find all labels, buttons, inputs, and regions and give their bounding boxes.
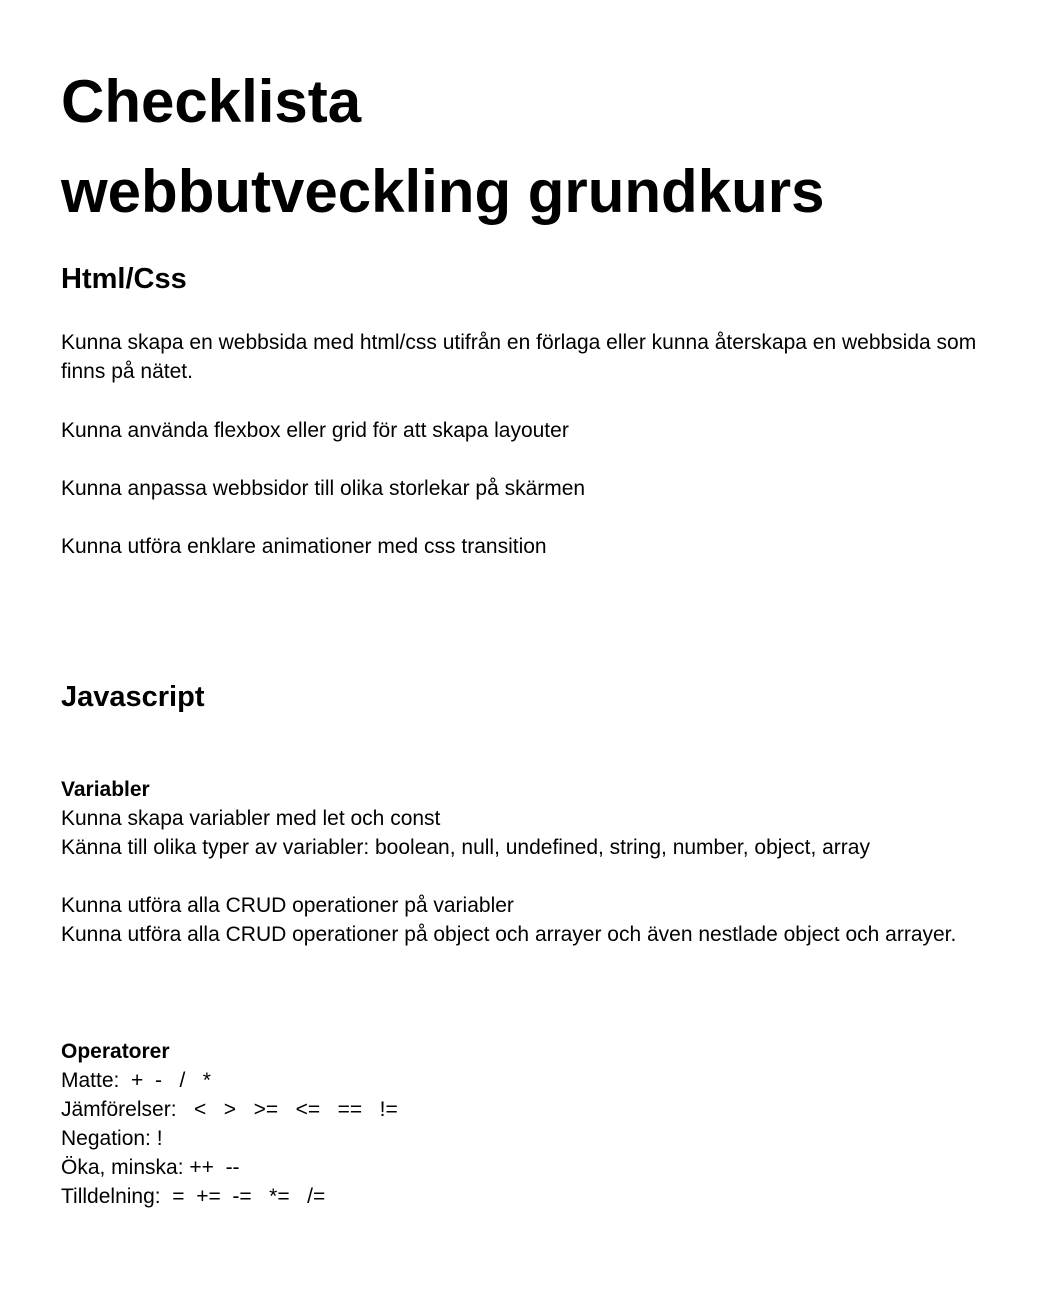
crud-line: Kunna utföra alla CRUD operationer på ob… (61, 923, 957, 946)
document-title: Checklista webbutveckling grundkurs (61, 57, 824, 237)
section-heading-javascript: Javascript (61, 681, 205, 713)
subheading-operators: Operatorer (61, 1040, 170, 1063)
variables-line: Känna till olika typer av variabler: boo… (61, 836, 870, 859)
crud-line: Kunna utföra alla CRUD operationer på va… (61, 894, 514, 917)
html-css-item: Kunna skapa en webbsida med html/css uti… (61, 331, 977, 383)
html-css-item: Kunna använda flexbox eller grid för att… (61, 419, 569, 442)
document-title-line-2: webbutveckling grundkurs (61, 158, 825, 225)
subheading-variables: Variabler (61, 778, 150, 801)
html-css-item: Kunna utföra enklare animationer med css… (61, 535, 547, 558)
section-heading-html-css: Html/Css (61, 263, 187, 295)
operators-line: Jämförelser: < > >= <= == != (61, 1098, 398, 1121)
operators-line: Matte: + - / * (61, 1069, 211, 1092)
operators-line: Öka, minska: ++ -- (61, 1156, 240, 1179)
operators-line: Negation: ! (61, 1127, 163, 1150)
document-title-line-1: Checklista (61, 68, 362, 135)
operators-line: Tilldelning: = += -= *= /= (61, 1185, 326, 1208)
html-css-item: Kunna anpassa webbsidor till olika storl… (61, 477, 586, 500)
variables-line: Kunna skapa variabler med let och const (61, 807, 441, 830)
